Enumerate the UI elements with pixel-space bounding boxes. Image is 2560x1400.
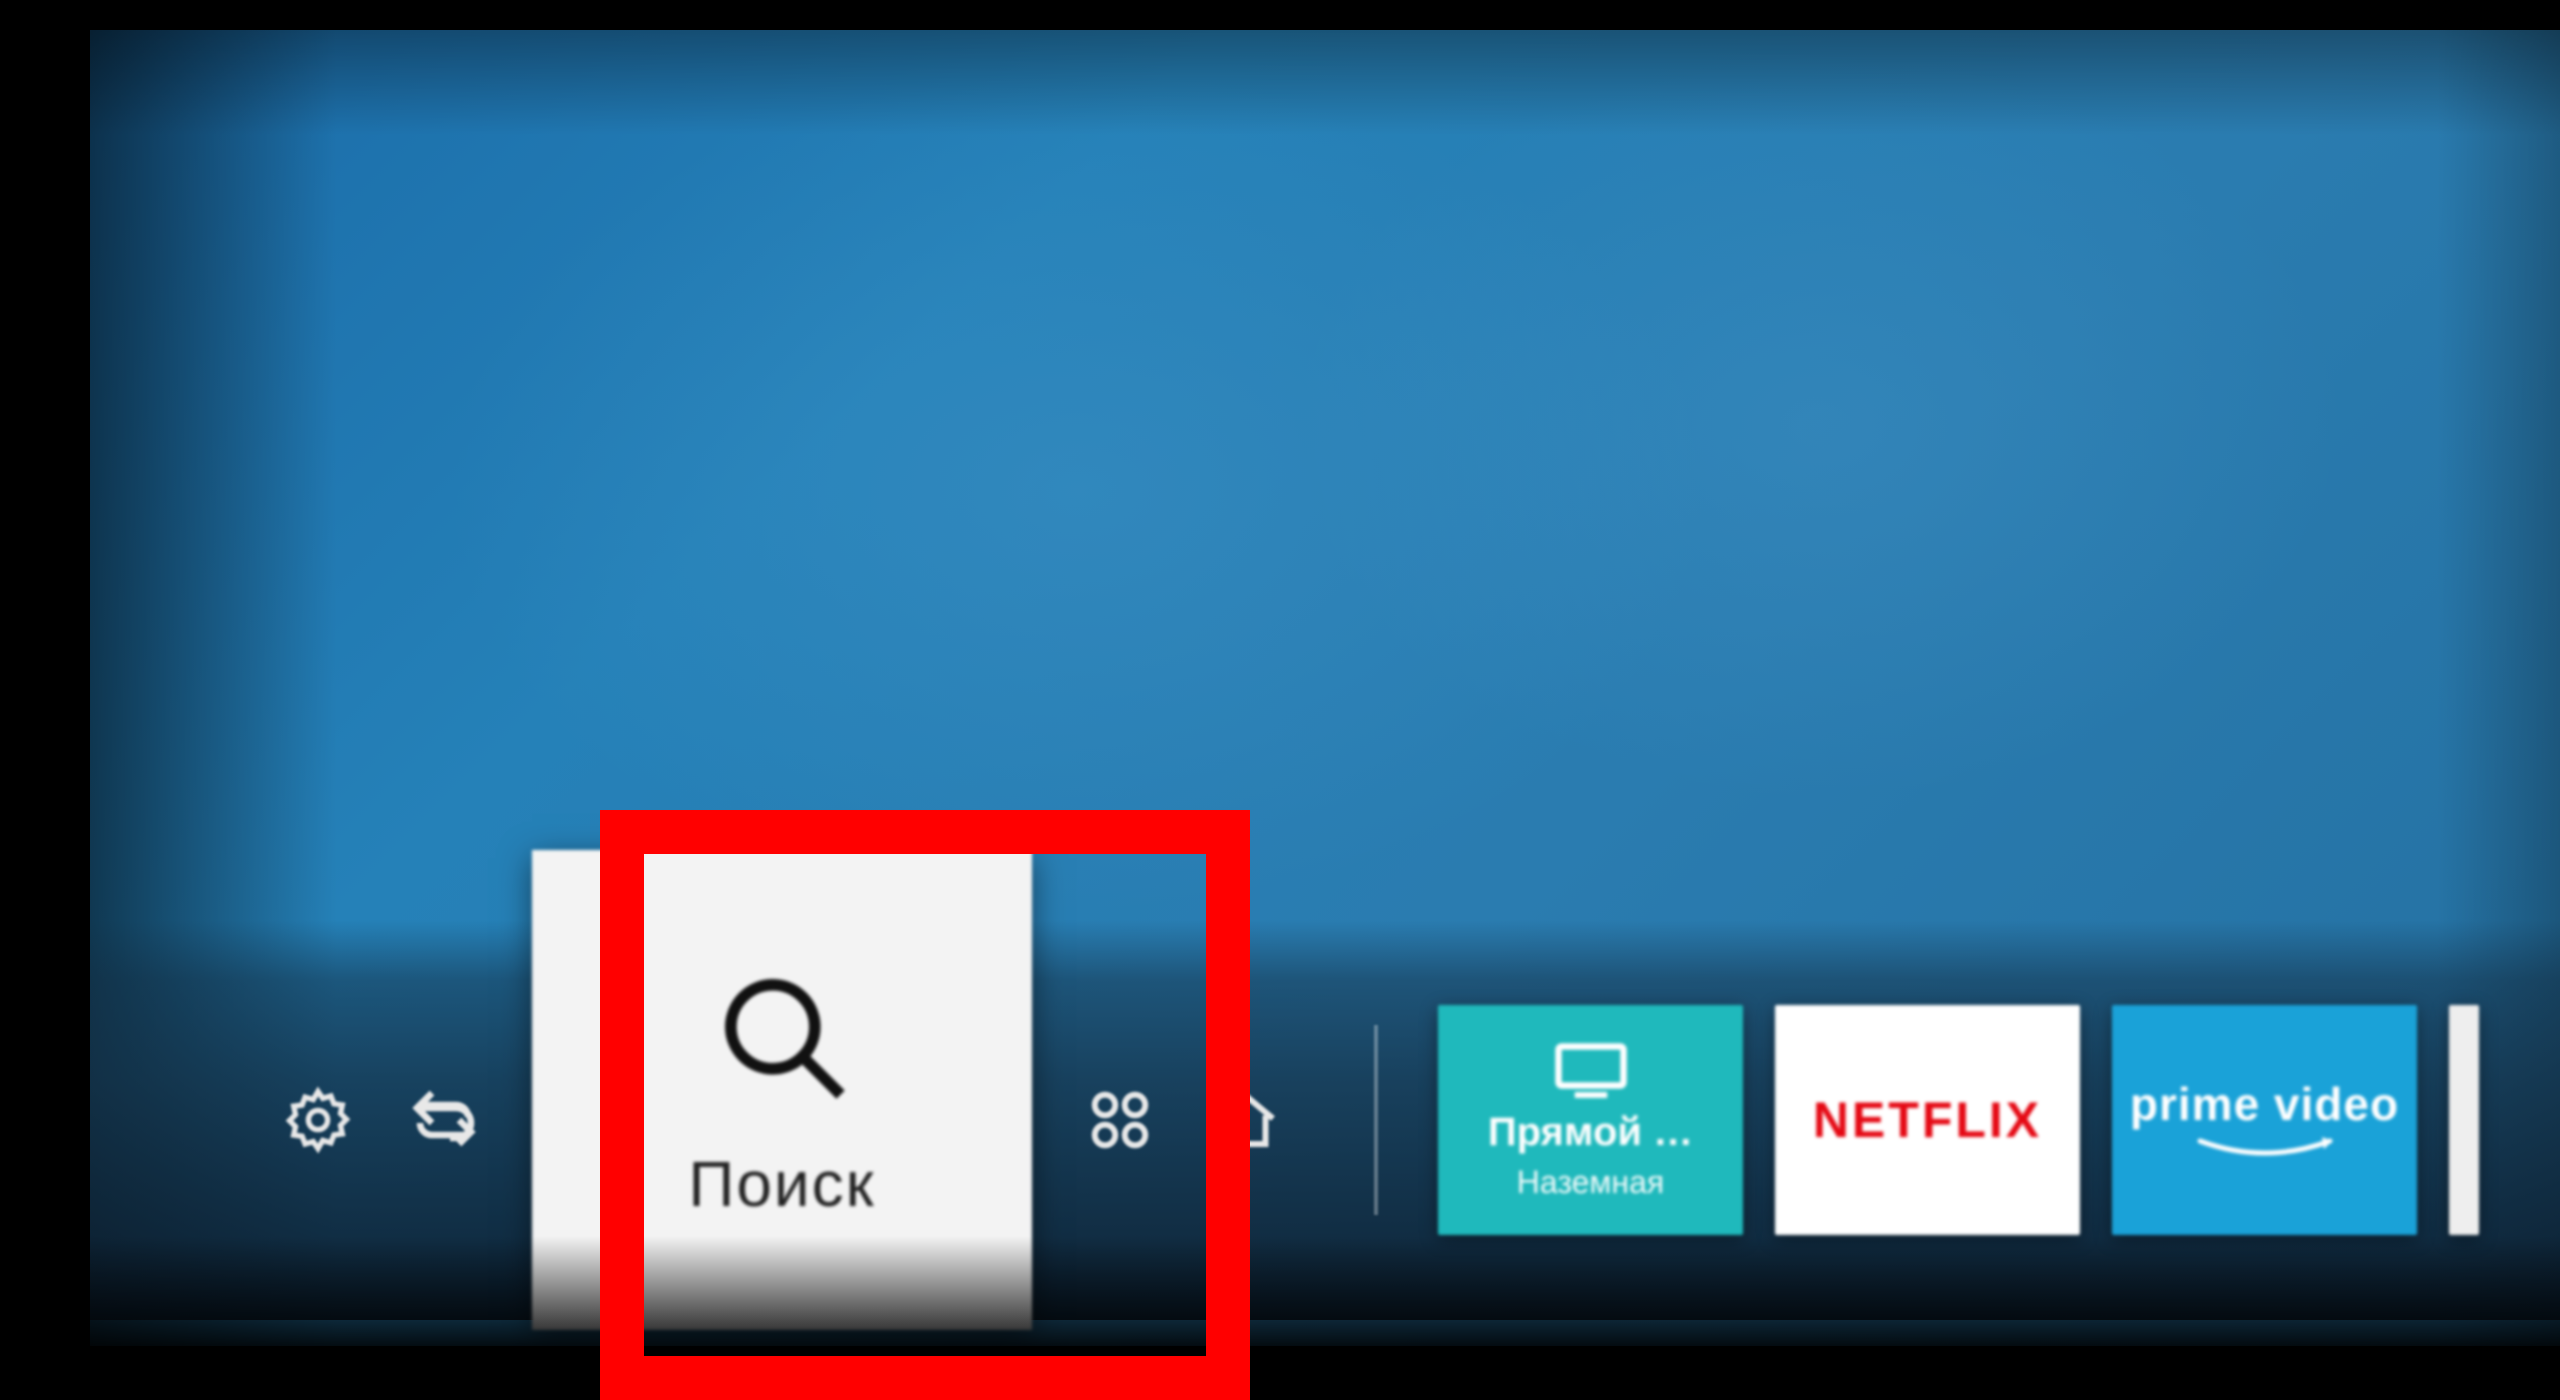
search-label: Поиск — [688, 1147, 875, 1221]
tv-icon — [1552, 1040, 1630, 1100]
tv-screen: Поиск — [90, 30, 2560, 1346]
prime-swoosh-icon — [2190, 1133, 2340, 1163]
source-icon[interactable] — [406, 1082, 482, 1158]
app-tile-next[interactable] — [2449, 1005, 2479, 1235]
app-row: Прямой … Наземная NETFLIX prime video — [1438, 1005, 2479, 1235]
app-tile-live-tv[interactable]: Прямой … Наземная — [1438, 1005, 1743, 1235]
search-icon — [705, 959, 860, 1119]
apps-icon[interactable] — [1082, 1082, 1158, 1158]
app-tile-netflix[interactable]: NETFLIX — [1775, 1005, 2080, 1235]
launcher-divider — [1374, 1025, 1378, 1215]
settings-icon[interactable] — [280, 1082, 356, 1158]
netflix-logo: NETFLIX — [1813, 1091, 2042, 1149]
bottom-fade — [90, 1236, 2560, 1346]
prime-video-logo: prime video — [2130, 1077, 2399, 1131]
app-live-title: Прямой … — [1488, 1110, 1693, 1154]
home-icon[interactable] — [1208, 1082, 1284, 1158]
app-tile-prime-video[interactable]: prime video — [2112, 1005, 2417, 1235]
app-live-subtitle: Наземная — [1517, 1164, 1664, 1201]
